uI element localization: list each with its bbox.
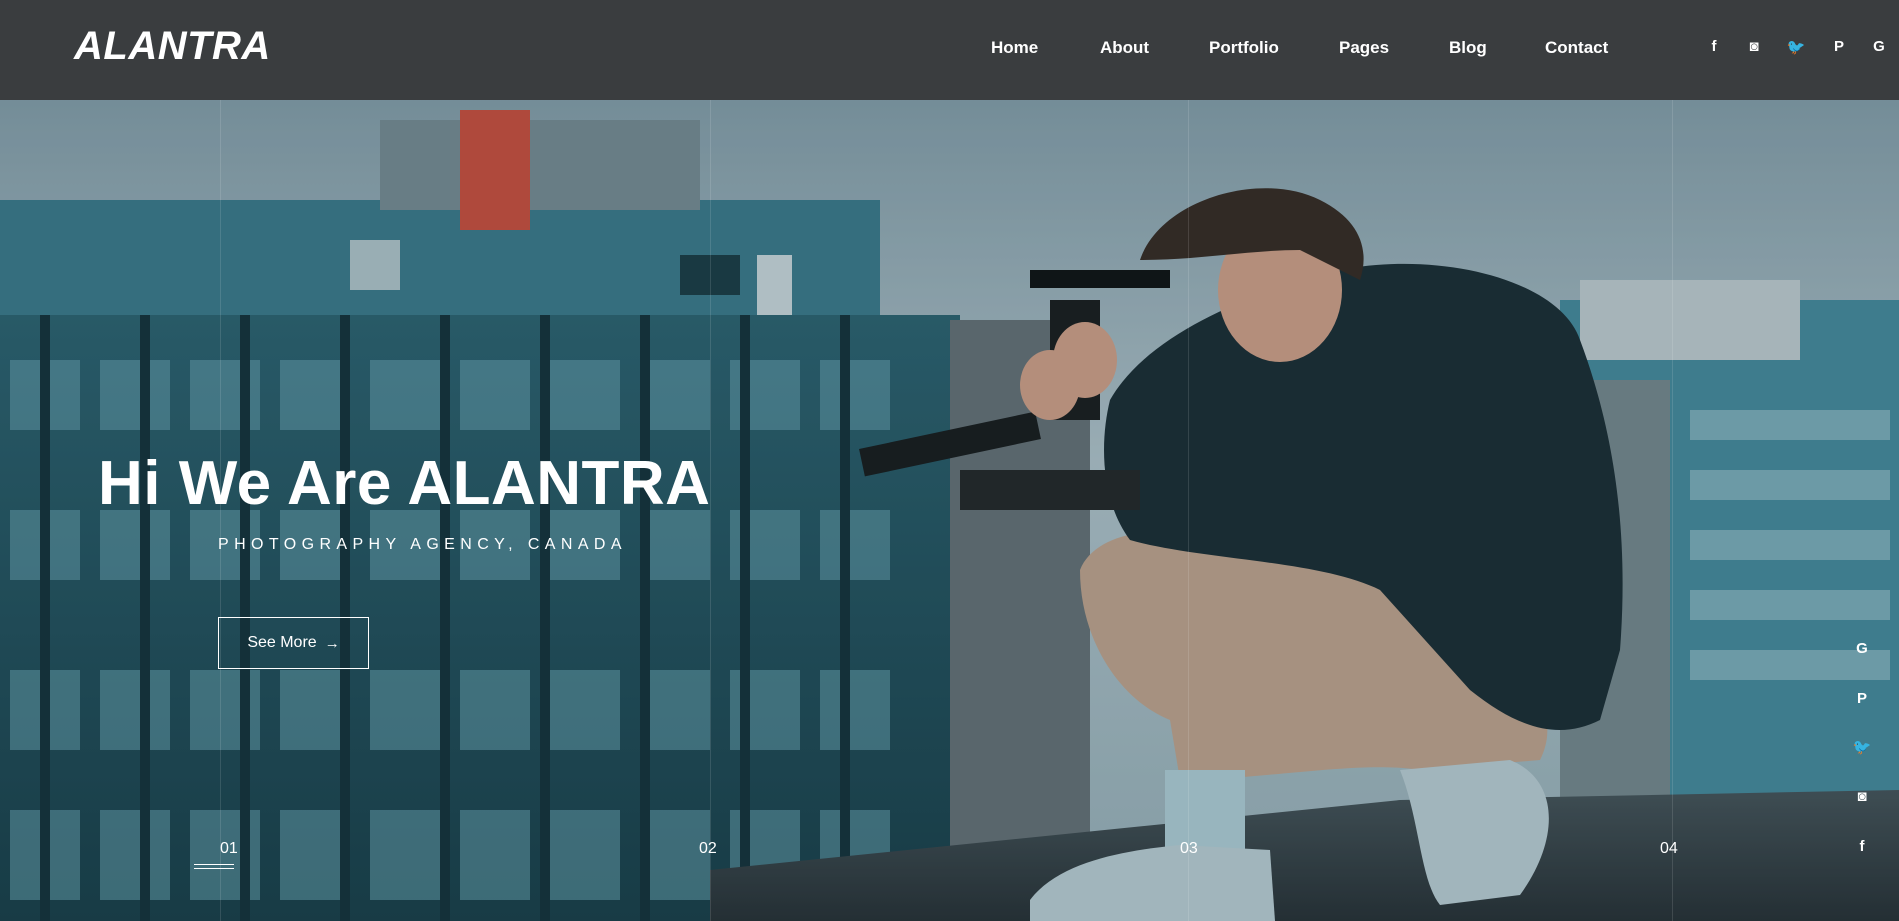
slide-indicator-03[interactable]: 03	[1180, 840, 1198, 858]
hero-subtitle: PHOTOGRAPHY AGENCY, CANADA	[218, 536, 627, 553]
nav-home[interactable]: Home	[991, 38, 1038, 58]
pinterest-icon[interactable]: P	[1852, 690, 1872, 707]
grid-line	[1672, 100, 1673, 921]
site-header: ALANTRA Home About Portfolio Pages Blog …	[0, 0, 1899, 100]
arrow-right-icon: →	[324, 634, 340, 652]
hero-title: Hi We Are ALANTRA	[98, 449, 711, 518]
facebook-icon[interactable]: f	[1704, 38, 1724, 55]
active-slide-underline	[194, 868, 234, 869]
nav-pages[interactable]: Pages	[1339, 38, 1389, 58]
nav-about[interactable]: About	[1100, 38, 1149, 58]
google-icon[interactable]: G	[1869, 38, 1889, 55]
twitter-icon[interactable]: 🐦	[1786, 38, 1806, 56]
nav-contact[interactable]: Contact	[1545, 38, 1608, 58]
twitter-icon[interactable]: 🐦	[1852, 738, 1872, 756]
active-slide-underline	[194, 864, 234, 865]
slide-indicator-04[interactable]: 04	[1660, 840, 1678, 858]
google-icon[interactable]: G	[1852, 640, 1872, 657]
facebook-icon[interactable]: f	[1852, 838, 1872, 855]
instagram-icon[interactable]: ◙	[1744, 38, 1764, 55]
slide-indicator-01[interactable]: 01	[220, 840, 238, 858]
instagram-icon[interactable]: ◙	[1852, 788, 1872, 805]
nav-portfolio[interactable]: Portfolio	[1209, 38, 1279, 58]
grid-line	[1188, 100, 1189, 921]
site-logo[interactable]: ALANTRA	[74, 24, 271, 69]
slide-indicator-02[interactable]: 02	[699, 840, 717, 858]
pinterest-icon[interactable]: P	[1829, 38, 1849, 55]
see-more-label: See More	[247, 634, 317, 651]
nav-blog[interactable]: Blog	[1449, 38, 1487, 58]
see-more-button[interactable]: See More →	[218, 617, 369, 669]
